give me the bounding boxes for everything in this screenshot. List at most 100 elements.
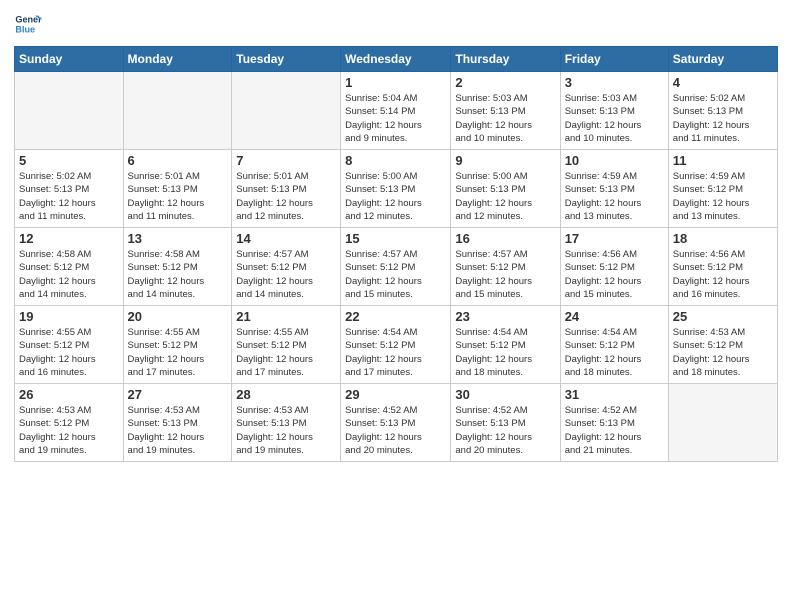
- day-number: 4: [673, 75, 773, 90]
- day-cell: 14 Sunrise: 4:57 AM Sunset: 5:12 PM Dayli…: [232, 228, 341, 306]
- day-number: 24: [565, 309, 664, 324]
- day-cell: 27Sunrise: 4:53 AM Sunset: 5:13 PM Dayli…: [123, 384, 232, 462]
- day-header-thursday: Thursday: [451, 47, 560, 72]
- day-info: Sunrise: 5:03 AM Sunset: 5:13 PM Dayligh…: [455, 92, 555, 145]
- day-cell: 28 Sunrise: 4:53 AM Sunset: 5:13 PM Dayli…: [232, 384, 341, 462]
- day-cell: 12 Sunrise: 4:58 AM Sunset: 5:12 PM Dayli…: [15, 228, 124, 306]
- day-cell: 10 Sunrise: 4:59 AM Sunset: 5:13 PM Dayli…: [560, 150, 668, 228]
- day-number: 13: [128, 231, 228, 246]
- day-number: 15: [345, 231, 446, 246]
- day-cell: 11 Sunrise: 4:59 AM Sunset: 5:12 PM Dayli…: [668, 150, 777, 228]
- day-info: Sunrise: 4:55 AM Sunset: 5:12 PM Dayligh…: [236, 326, 336, 379]
- day-cell: 4 Sunrise: 5:02 AM Sunset: 5:13 PM Daylig…: [668, 72, 777, 150]
- day-info: Sunrise: 4:54 AM Sunset: 5:12 PM Dayligh…: [345, 326, 446, 379]
- day-cell: 16 Sunrise: 4:57 AM Sunset: 5:12 PM Dayli…: [451, 228, 560, 306]
- day-cell: 30 Sunrise: 4:52 AM Sunset: 5:13 PM Dayli…: [451, 384, 560, 462]
- day-info: Sunrise: 5:01 AM Sunset: 5:13 PM Dayligh…: [236, 170, 336, 223]
- day-cell: 25 Sunrise: 4:53 AM Sunset: 5:12 PM Dayli…: [668, 306, 777, 384]
- day-number: 22: [345, 309, 446, 324]
- day-info: Sunrise: 4:53 AM Sunset: 5:13 PM Dayligh…: [236, 404, 336, 457]
- day-number: 30: [455, 387, 555, 402]
- day-cell: 21Sunrise: 4:55 AM Sunset: 5:12 PM Dayli…: [232, 306, 341, 384]
- week-row: 12 Sunrise: 4:58 AM Sunset: 5:12 PM Dayli…: [15, 228, 778, 306]
- week-row: 1 Sunrise: 5:04 AM Sunset: 5:14 PM Daylig…: [15, 72, 778, 150]
- logo-icon: General Blue: [14, 10, 42, 38]
- day-header-sunday: Sunday: [15, 47, 124, 72]
- day-cell: [15, 72, 124, 150]
- day-cell: 29Sunrise: 4:52 AM Sunset: 5:13 PM Dayli…: [341, 384, 451, 462]
- day-number: 17: [565, 231, 664, 246]
- day-info: Sunrise: 4:53 AM Sunset: 5:12 PM Dayligh…: [19, 404, 119, 457]
- week-row: 19 Sunrise: 4:55 AM Sunset: 5:12 PM Dayli…: [15, 306, 778, 384]
- day-info: Sunrise: 4:57 AM Sunset: 5:12 PM Dayligh…: [236, 248, 336, 301]
- day-info: Sunrise: 5:02 AM Sunset: 5:13 PM Dayligh…: [19, 170, 119, 223]
- day-info: Sunrise: 4:56 AM Sunset: 5:12 PM Dayligh…: [565, 248, 664, 301]
- day-cell: 9Sunrise: 5:00 AM Sunset: 5:13 PM Daylig…: [451, 150, 560, 228]
- day-number: 25: [673, 309, 773, 324]
- day-number: 6: [128, 153, 228, 168]
- day-cell: 1 Sunrise: 5:04 AM Sunset: 5:14 PM Daylig…: [341, 72, 451, 150]
- day-info: Sunrise: 4:59 AM Sunset: 5:13 PM Dayligh…: [565, 170, 664, 223]
- day-info: Sunrise: 5:04 AM Sunset: 5:14 PM Dayligh…: [345, 92, 446, 145]
- day-number: 3: [565, 75, 664, 90]
- day-info: Sunrise: 4:52 AM Sunset: 5:13 PM Dayligh…: [455, 404, 555, 457]
- week-row: 5 Sunrise: 5:02 AM Sunset: 5:13 PM Daylig…: [15, 150, 778, 228]
- day-info: Sunrise: 4:52 AM Sunset: 5:13 PM Dayligh…: [565, 404, 664, 457]
- day-number: 26: [19, 387, 119, 402]
- day-cell: 17 Sunrise: 4:56 AM Sunset: 5:12 PM Dayli…: [560, 228, 668, 306]
- day-cell: 26 Sunrise: 4:53 AM Sunset: 5:12 PM Dayli…: [15, 384, 124, 462]
- day-number: 23: [455, 309, 555, 324]
- day-info: Sunrise: 4:55 AM Sunset: 5:12 PM Dayligh…: [128, 326, 228, 379]
- day-info: Sunrise: 4:58 AM Sunset: 5:12 PM Dayligh…: [19, 248, 119, 301]
- day-cell: [232, 72, 341, 150]
- day-number: 19: [19, 309, 119, 324]
- day-number: 7: [236, 153, 336, 168]
- day-info: Sunrise: 4:55 AM Sunset: 5:12 PM Dayligh…: [19, 326, 119, 379]
- day-cell: [123, 72, 232, 150]
- day-cell: 23 Sunrise: 4:54 AM Sunset: 5:12 PM Dayli…: [451, 306, 560, 384]
- logo: General Blue: [14, 10, 42, 38]
- day-cell: 13 Sunrise: 4:58 AM Sunset: 5:12 PM Dayli…: [123, 228, 232, 306]
- day-number: 20: [128, 309, 228, 324]
- day-cell: 24 Sunrise: 4:54 AM Sunset: 5:12 PM Dayli…: [560, 306, 668, 384]
- day-header-wednesday: Wednesday: [341, 47, 451, 72]
- day-number: 5: [19, 153, 119, 168]
- day-info: Sunrise: 4:56 AM Sunset: 5:12 PM Dayligh…: [673, 248, 773, 301]
- day-number: 2: [455, 75, 555, 90]
- day-cell: 2 Sunrise: 5:03 AM Sunset: 5:13 PM Daylig…: [451, 72, 560, 150]
- day-number: 29: [345, 387, 446, 402]
- header: General Blue: [14, 10, 778, 38]
- day-number: 16: [455, 231, 555, 246]
- calendar: SundayMondayTuesdayWednesdayThursdayFrid…: [14, 46, 778, 462]
- day-info: Sunrise: 4:59 AM Sunset: 5:12 PM Dayligh…: [673, 170, 773, 223]
- day-number: 18: [673, 231, 773, 246]
- day-info: Sunrise: 4:54 AM Sunset: 5:12 PM Dayligh…: [455, 326, 555, 379]
- day-number: 28: [236, 387, 336, 402]
- day-cell: 5 Sunrise: 5:02 AM Sunset: 5:13 PM Daylig…: [15, 150, 124, 228]
- day-cell: 7 Sunrise: 5:01 AM Sunset: 5:13 PM Daylig…: [232, 150, 341, 228]
- page: General Blue SundayMondayTuesdayWednesda…: [0, 0, 792, 612]
- day-info: Sunrise: 4:58 AM Sunset: 5:12 PM Dayligh…: [128, 248, 228, 301]
- day-header-friday: Friday: [560, 47, 668, 72]
- day-number: 10: [565, 153, 664, 168]
- day-cell: 8Sunrise: 5:00 AM Sunset: 5:13 PM Daylig…: [341, 150, 451, 228]
- svg-text:Blue: Blue: [15, 24, 35, 34]
- day-number: 14: [236, 231, 336, 246]
- day-info: Sunrise: 5:02 AM Sunset: 5:13 PM Dayligh…: [673, 92, 773, 145]
- day-info: Sunrise: 4:53 AM Sunset: 5:12 PM Dayligh…: [673, 326, 773, 379]
- day-info: Sunrise: 4:54 AM Sunset: 5:12 PM Dayligh…: [565, 326, 664, 379]
- day-info: Sunrise: 4:57 AM Sunset: 5:12 PM Dayligh…: [345, 248, 446, 301]
- day-cell: 22 Sunrise: 4:54 AM Sunset: 5:12 PM Dayli…: [341, 306, 451, 384]
- day-cell: 31Sunrise: 4:52 AM Sunset: 5:13 PM Dayli…: [560, 384, 668, 462]
- day-cell: [668, 384, 777, 462]
- day-info: Sunrise: 4:57 AM Sunset: 5:12 PM Dayligh…: [455, 248, 555, 301]
- day-number: 12: [19, 231, 119, 246]
- day-number: 8: [345, 153, 446, 168]
- day-cell: 6 Sunrise: 5:01 AM Sunset: 5:13 PM Daylig…: [123, 150, 232, 228]
- day-info: Sunrise: 4:53 AM Sunset: 5:13 PM Dayligh…: [128, 404, 228, 457]
- day-number: 9: [455, 153, 555, 168]
- day-header-saturday: Saturday: [668, 47, 777, 72]
- day-number: 11: [673, 153, 773, 168]
- day-number: 1: [345, 75, 446, 90]
- day-info: Sunrise: 5:01 AM Sunset: 5:13 PM Dayligh…: [128, 170, 228, 223]
